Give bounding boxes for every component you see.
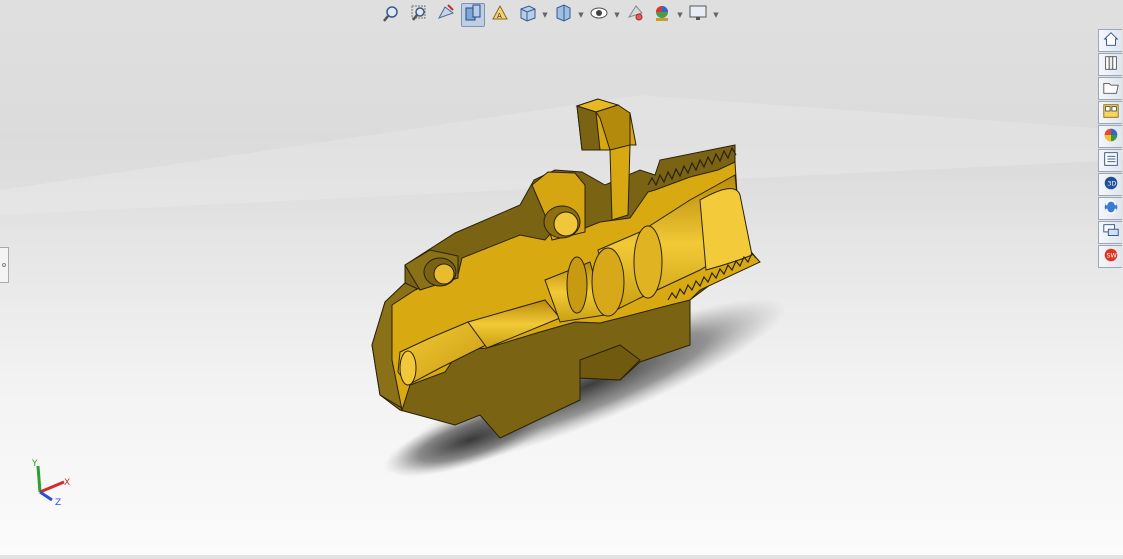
section-view-button[interactable] <box>461 3 485 27</box>
view-settings-icon <box>688 3 708 27</box>
design-library-icon <box>1102 54 1120 76</box>
task-pane-tab-custom-properties[interactable] <box>1098 149 1122 172</box>
sustainability-icon <box>1102 198 1120 220</box>
appearances-scenes-icon <box>1102 126 1120 148</box>
feature-manager-collapse-handle[interactable] <box>0 247 9 283</box>
resources-home-icon <box>1102 30 1120 52</box>
task-pane-tab-appearances-scenes[interactable] <box>1098 125 1122 148</box>
task-pane-tab-forum[interactable] <box>1098 221 1122 244</box>
x-axis-label: X <box>64 478 70 488</box>
task-pane-tab-design-library[interactable] <box>1098 53 1122 76</box>
custom-properties-icon <box>1102 150 1120 172</box>
solidworks-search-icon: SW <box>1102 246 1120 268</box>
view-orientation-icon <box>517 3 537 27</box>
edit-appearance-icon <box>625 3 645 27</box>
apply-scene-icon <box>652 3 672 27</box>
dynamic-annotation-icon: A <box>490 3 510 27</box>
previous-view-button[interactable] <box>434 3 458 27</box>
task-pane-tab-solidworks-search[interactable]: SW <box>1098 245 1122 268</box>
view-settings-dropdown-arrow[interactable]: ▼ <box>710 3 722 27</box>
edit-appearance-button[interactable] <box>623 3 647 27</box>
previous-view-icon <box>436 3 456 27</box>
hide-show-items-icon <box>589 3 609 27</box>
view-orientation-button[interactable] <box>515 3 539 27</box>
view-settings-button[interactable] <box>686 3 710 27</box>
heads-up-view-toolbar: A ▼ ▼ ▼ ▼ ▼ <box>380 3 722 27</box>
display-style-dropdown-arrow[interactable]: ▼ <box>575 3 587 27</box>
handle-grip-icon <box>2 263 6 267</box>
apply-scene-button[interactable] <box>650 3 674 27</box>
task-pane-tab-3d-content-central[interactable]: 3D <box>1098 173 1122 196</box>
y-axis-label: Y <box>31 459 38 469</box>
graphics-area[interactable] <box>0 0 1123 555</box>
apply-scene-dropdown-arrow[interactable]: ▼ <box>674 3 686 27</box>
zoom-to-fit-button[interactable] <box>380 3 404 27</box>
hide-show-items-dropdown-arrow[interactable]: ▼ <box>611 3 623 27</box>
task-pane-tab-view-palette[interactable] <box>1098 101 1122 124</box>
forum-icon <box>1102 222 1120 244</box>
z-axis-label: Z <box>55 498 61 508</box>
task-pane-tabs: 3D SW <box>1098 29 1122 269</box>
zoom-to-fit-icon <box>382 3 402 27</box>
task-pane-tab-resources-home[interactable] <box>1098 29 1122 52</box>
task-pane-tab-file-explorer[interactable] <box>1098 77 1122 100</box>
dynamic-annotation-button[interactable]: A <box>488 3 512 27</box>
view-palette-icon <box>1102 102 1120 124</box>
section-view-icon <box>463 3 483 27</box>
model-view[interactable] <box>0 0 1123 555</box>
svg-text:3D: 3D <box>1107 180 1116 187</box>
view-orientation-dropdown-arrow[interactable]: ▼ <box>539 3 551 27</box>
y-axis-line <box>36 465 42 493</box>
display-style-icon <box>553 3 573 27</box>
zoom-to-area-button[interactable] <box>407 3 431 27</box>
x-axis-line <box>39 480 65 494</box>
zoom-to-area-icon <box>409 3 429 27</box>
hide-show-items-button[interactable] <box>587 3 611 27</box>
display-style-button[interactable] <box>551 3 575 27</box>
z-axis-line <box>39 490 53 502</box>
task-pane-tab-sustainability[interactable] <box>1098 197 1122 220</box>
3d-content-central-icon: 3D <box>1102 174 1120 196</box>
file-explorer-icon <box>1102 78 1120 100</box>
reference-triad: Y X Z <box>22 452 82 512</box>
svg-text:SW: SW <box>1106 252 1117 259</box>
svg-text:A: A <box>497 12 502 20</box>
